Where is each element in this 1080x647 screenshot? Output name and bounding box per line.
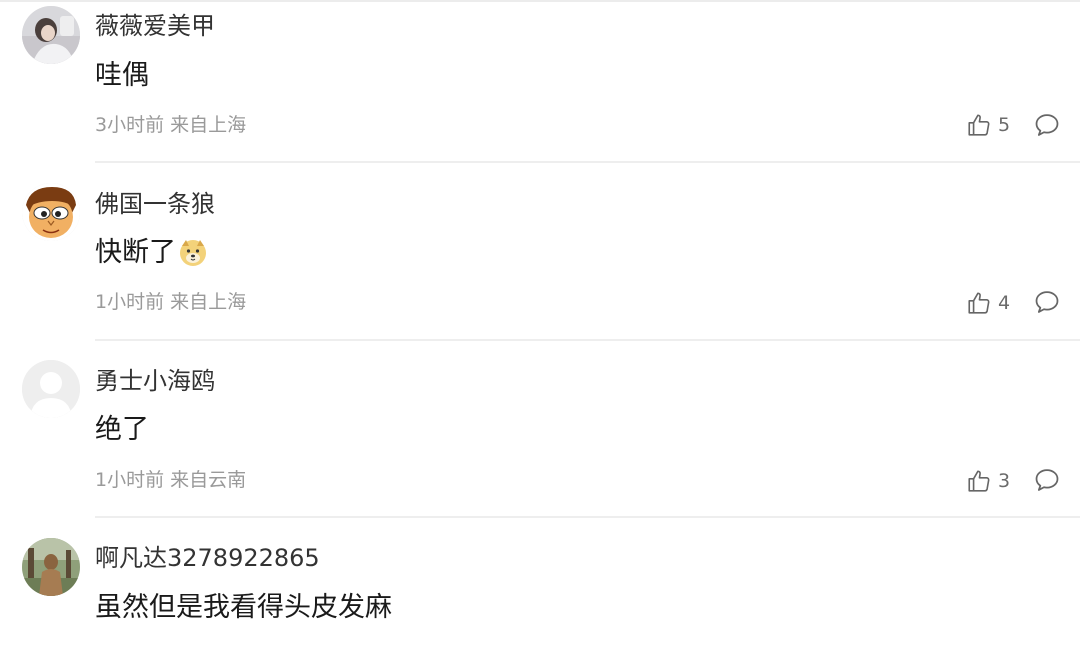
comment-text: 绝了 <box>95 414 149 445</box>
comment-meta: 1小时前 来自云南 <box>95 468 246 492</box>
like-button[interactable]: 5 <box>966 110 1010 140</box>
top-divider <box>0 0 1080 2</box>
reply-button[interactable] <box>1033 288 1061 316</box>
like-button[interactable]: 3 <box>966 466 1010 496</box>
doge-emoji-icon <box>180 240 206 266</box>
username[interactable]: 佛国一条狼 <box>95 189 215 219</box>
avatar[interactable] <box>22 183 80 241</box>
avatar-photo-icon <box>22 538 80 596</box>
reply-button[interactable] <box>1033 466 1061 494</box>
comment-divider <box>95 161 1080 163</box>
like-button[interactable]: 4 <box>966 288 1010 318</box>
comment-location: 来自云南 <box>170 469 247 491</box>
comment-time: 1小时前 <box>95 469 165 491</box>
comment-text-body: 快断了 <box>95 237 176 268</box>
avatar[interactable] <box>22 360 80 418</box>
avatar[interactable] <box>22 6 80 64</box>
like-count: 4 <box>998 292 1011 314</box>
avatar-default-icon <box>22 360 80 418</box>
comment-text: 快断了 <box>95 235 208 271</box>
avatar-photo-icon <box>22 6 80 64</box>
comment-bubble-icon <box>1035 291 1059 313</box>
comment-location: 来自上海 <box>170 114 247 136</box>
username[interactable]: 勇士小海鸥 <box>95 366 215 396</box>
avatar[interactable] <box>22 538 80 596</box>
comment-time: 3小时前 <box>95 114 165 136</box>
comment-text: 哇偶 <box>95 60 149 91</box>
comment-meta: 3小时前 来自上海 <box>95 113 246 137</box>
comment-divider <box>95 516 1080 518</box>
comment-divider <box>95 339 1080 341</box>
comment-time: 1小时前 <box>95 291 165 313</box>
comment-text: 虽然但是我看得头皮发麻 <box>95 592 392 623</box>
like-count: 3 <box>998 470 1011 492</box>
avatar-cartoon-icon <box>22 183 80 241</box>
thumbs-up-icon <box>968 292 990 314</box>
thumbs-up-icon <box>968 114 990 136</box>
comment-bubble-icon <box>1035 114 1059 136</box>
like-count: 5 <box>998 114 1011 136</box>
thumbs-up-icon <box>968 470 990 492</box>
reply-button[interactable] <box>1033 111 1061 139</box>
comment-meta: 1小时前 来自上海 <box>95 290 246 314</box>
username[interactable]: 薇薇爱美甲 <box>95 11 215 41</box>
comment-location: 来自上海 <box>170 291 247 313</box>
comment-bubble-icon <box>1035 469 1059 491</box>
username[interactable]: 啊凡达3278922865 <box>95 543 320 573</box>
